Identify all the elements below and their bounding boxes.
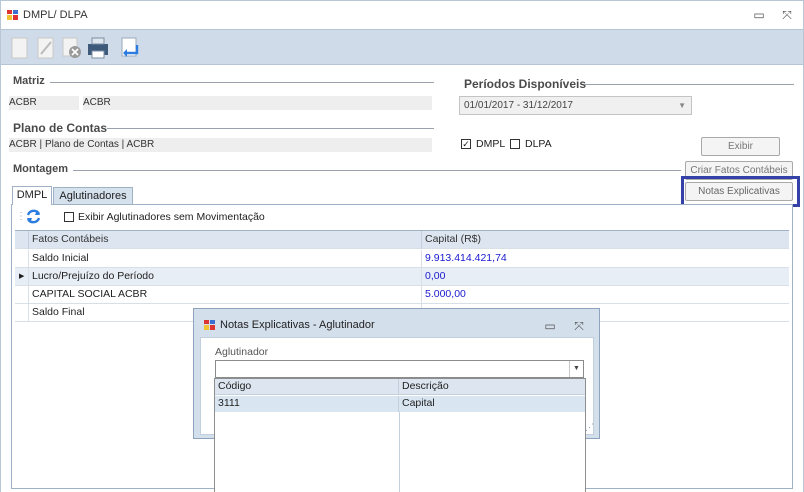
capital-cell: 5.000,00	[425, 288, 466, 300]
aglutinador-combo[interactable]: ▼	[215, 360, 584, 378]
list-item[interactable]: 3111 Capital	[215, 396, 585, 412]
periodos-selected-value: 01/01/2017 - 31/12/2017	[464, 100, 573, 111]
popup-header: Código Descrição	[215, 379, 585, 395]
fato-cell: Saldo Inicial	[29, 250, 422, 268]
row-indicator	[15, 304, 29, 322]
return-icon[interactable]	[117, 35, 143, 61]
toolbar	[1, 29, 803, 65]
row-indicator-header	[15, 231, 29, 249]
dialog-app-icon	[204, 320, 215, 330]
minimize-icon[interactable]: ▭	[751, 7, 767, 23]
column-header-fatos[interactable]: Fatos Contábeis	[29, 231, 422, 249]
grid-header: Fatos Contábeis Capital (R$)	[15, 231, 789, 249]
dmpl-checkbox-label: DMPL	[476, 138, 506, 150]
row-indicator	[15, 250, 29, 268]
dlpa-checkbox[interactable]	[510, 139, 520, 149]
periodos-select[interactable]: 01/01/2017 - 31/12/2017 ▼	[459, 96, 692, 115]
montagem-divider	[73, 170, 681, 171]
chevron-down-icon: ▼	[678, 101, 686, 110]
codigo-cell: 3111	[215, 396, 399, 412]
column-divider	[399, 412, 400, 492]
title-bar: DMPL/ DLPA ▭ ⤧	[1, 1, 803, 29]
dmpl-checkbox[interactable]: ✓	[461, 139, 471, 149]
capital-cell: 0,00	[425, 270, 446, 282]
dialog-minimize-icon[interactable]: ▭	[542, 318, 558, 334]
fatos-grid: Fatos Contábeis Capital (R$) Saldo Inici…	[15, 230, 789, 322]
print-icon[interactable]	[85, 35, 111, 61]
plano-field: ACBR | Plano de Contas | ACBR	[9, 138, 432, 152]
descricao-cell: Capital	[402, 397, 435, 409]
table-row[interactable]: CAPITAL SOCIAL ACBR 5.000,00	[15, 286, 789, 304]
montagem-label: Montagem	[13, 163, 68, 175]
resize-grip-icon[interactable]: ⋰	[585, 422, 594, 433]
row-indicator	[15, 286, 29, 304]
window-title: DMPL/ DLPA	[23, 9, 88, 21]
column-header-capital[interactable]: Capital (R$)	[422, 231, 789, 249]
cancel-icon[interactable]	[59, 35, 85, 61]
tab-aglutinadores[interactable]: Aglutinadores	[53, 187, 133, 205]
periodos-label: Períodos Disponíveis	[464, 77, 587, 91]
fato-cell: Lucro/Prejuízo do Período	[29, 268, 422, 286]
edit-icon[interactable]	[33, 35, 59, 61]
highlight-box	[681, 176, 800, 207]
table-row[interactable]: Saldo Inicial 9.913.414.421,74	[15, 250, 789, 268]
capital-cell: 9.913.414.421,74	[425, 252, 507, 264]
plano-divider	[107, 128, 434, 129]
aglutinador-dropdown-list: Código Descrição 3111 Capital	[214, 378, 586, 492]
matriz-divider	[50, 82, 434, 83]
column-header-codigo[interactable]: Código	[215, 379, 399, 395]
periodos-divider	[584, 84, 794, 85]
show-aglutinadores-label: Exibir Aglutinadores sem Movimentação	[78, 211, 265, 223]
dropdown-arrow-icon[interactable]: ▼	[569, 361, 583, 377]
app-icon	[7, 10, 18, 20]
table-row[interactable]: ▶ Lucro/Prejuízo do Período 0,00	[15, 268, 789, 286]
matriz-name-field: ACBR	[83, 96, 432, 110]
dialog-title: Notas Explicativas - Aglutinador	[220, 319, 375, 331]
current-row-icon: ▶	[15, 268, 29, 286]
fato-cell: CAPITAL SOCIAL ACBR	[29, 286, 422, 304]
matriz-label: Matriz	[13, 75, 45, 87]
show-aglutinadores-checkbox[interactable]	[64, 212, 74, 222]
tab-dmpl[interactable]: DMPL	[12, 186, 52, 205]
exibir-button[interactable]: Exibir	[701, 137, 780, 156]
close-icon[interactable]: ⤧	[779, 7, 795, 23]
dlpa-checkbox-label: DLPA	[525, 138, 552, 150]
main-window: DMPL/ DLPA ▭ ⤧ Matriz ACBR ACBR Períodos…	[0, 0, 804, 492]
refresh-icon[interactable]	[25, 208, 42, 225]
dialog-close-icon[interactable]: ⤧	[571, 318, 587, 334]
plano-label: Plano de Contas	[13, 121, 108, 135]
new-icon[interactable]	[7, 35, 33, 61]
aglutinador-label: Aglutinador	[215, 346, 269, 358]
matriz-code-field: ACBR	[9, 96, 79, 110]
column-header-descricao[interactable]: Descrição	[399, 379, 585, 395]
